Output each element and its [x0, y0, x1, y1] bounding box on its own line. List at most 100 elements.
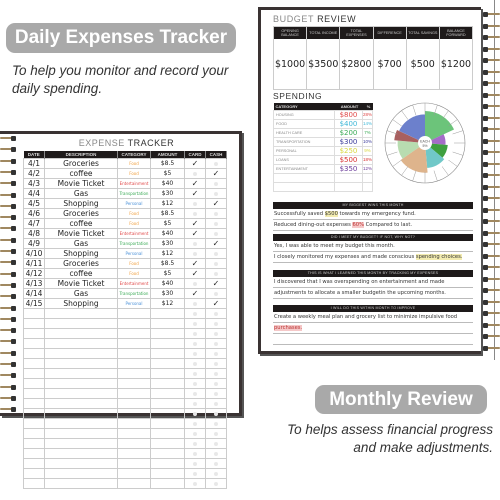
spending-percent[interactable]: 28%	[361, 109, 374, 120]
expense-amount[interactable]: $30	[150, 287, 185, 299]
expense-empty-cell[interactable]	[23, 467, 45, 479]
expense-empty-checkbox[interactable]	[184, 307, 206, 319]
spending-percent[interactable]: 7%	[361, 127, 374, 138]
expense-description[interactable]: Groceries	[44, 257, 118, 269]
expense-empty-cell[interactable]	[117, 437, 151, 449]
expense-card-checkbox[interactable]: ✓	[184, 257, 206, 269]
budget-value[interactable]: $500	[407, 39, 439, 89]
expense-empty-checkbox[interactable]	[184, 337, 206, 349]
reflection-line[interactable]: adjustments to allocate a smaller budget…	[273, 288, 473, 299]
expense-empty-checkbox[interactable]	[205, 407, 227, 419]
expense-empty-cell[interactable]	[23, 337, 45, 349]
expense-empty-cell[interactable]	[44, 407, 118, 419]
expense-empty-checkbox[interactable]	[205, 467, 227, 479]
expense-empty-checkbox[interactable]	[184, 477, 206, 489]
expense-date[interactable]: 4/9	[23, 237, 45, 249]
expense-category[interactable]: Transportation	[117, 237, 151, 249]
spending-amount[interactable]: $500	[333, 154, 363, 165]
expense-empty-checkbox[interactable]	[205, 477, 227, 489]
expense-empty-cell[interactable]	[23, 427, 45, 439]
expense-empty-checkbox[interactable]	[184, 347, 206, 359]
expense-card-checkbox[interactable]: ✓	[184, 177, 206, 189]
expense-card-checkbox[interactable]: ✓	[184, 217, 206, 229]
expense-cash-checkbox[interactable]	[205, 177, 227, 189]
expense-card-checkbox[interactable]: ✓	[184, 287, 206, 299]
expense-empty-cell[interactable]	[150, 417, 185, 429]
spending-empty-cell[interactable]	[273, 181, 335, 192]
expense-empty-checkbox[interactable]	[205, 367, 227, 379]
expense-empty-checkbox[interactable]	[184, 417, 206, 429]
expense-empty-cell[interactable]	[23, 407, 45, 419]
expense-empty-cell[interactable]	[23, 397, 45, 409]
reflection-line[interactable]: I discovered that I was overspending on …	[273, 277, 473, 288]
expense-empty-cell[interactable]	[44, 377, 118, 389]
spending-amount[interactable]: $200	[333, 127, 363, 138]
expense-amount[interactable]: $40	[150, 277, 185, 289]
spending-amount[interactable]: $800	[333, 109, 363, 120]
expense-date[interactable]: 4/6	[23, 207, 45, 219]
expense-empty-cell[interactable]	[44, 357, 118, 369]
expense-empty-cell[interactable]	[23, 347, 45, 359]
budget-value[interactable]: $1200	[440, 39, 472, 89]
expense-cash-checkbox[interactable]	[205, 227, 227, 239]
expense-description[interactable]: Shopping	[44, 297, 118, 309]
expense-empty-cell[interactable]	[117, 407, 151, 419]
spending-category[interactable]: HEALTH CARE	[273, 127, 335, 138]
expense-card-checkbox[interactable]	[184, 207, 206, 219]
expense-empty-cell[interactable]	[44, 307, 118, 319]
expense-amount[interactable]: $5	[150, 217, 185, 229]
expense-empty-cell[interactable]	[23, 477, 45, 489]
expense-description[interactable]: Gas	[44, 287, 118, 299]
expense-empty-cell[interactable]	[44, 397, 118, 409]
expense-amount[interactable]: $8.5	[150, 207, 185, 219]
expense-description[interactable]: Movie Ticket	[44, 277, 118, 289]
budget-value[interactable]: $1000	[274, 39, 306, 89]
expense-empty-cell[interactable]	[150, 397, 185, 409]
expense-category[interactable]: Transportation	[117, 287, 151, 299]
expense-empty-cell[interactable]	[44, 457, 118, 469]
expense-empty-checkbox[interactable]	[184, 317, 206, 329]
expense-cash-checkbox[interactable]: ✓	[205, 237, 227, 249]
expense-empty-cell[interactable]	[23, 437, 45, 449]
expense-description[interactable]: Movie Ticket	[44, 177, 118, 189]
expense-empty-cell[interactable]	[117, 397, 151, 409]
expense-date[interactable]: 4/14	[23, 287, 45, 299]
expense-amount[interactable]: $8.5	[150, 157, 185, 169]
spending-category[interactable]: PERSONAL	[273, 145, 335, 156]
expense-card-checkbox[interactable]	[184, 237, 206, 249]
expense-empty-cell[interactable]	[150, 347, 185, 359]
budget-value[interactable]: $700	[374, 39, 406, 89]
expense-empty-cell[interactable]	[150, 377, 185, 389]
expense-description[interactable]: coffee	[44, 167, 118, 179]
spending-amount[interactable]: $250	[333, 145, 363, 156]
expense-amount[interactable]: $12	[150, 197, 185, 209]
expense-card-checkbox[interactable]	[184, 277, 206, 289]
expense-date[interactable]: 4/8	[23, 227, 45, 239]
expense-empty-checkbox[interactable]	[205, 347, 227, 359]
expense-empty-cell[interactable]	[117, 367, 151, 379]
expense-empty-checkbox[interactable]	[184, 367, 206, 379]
expense-empty-cell[interactable]	[150, 307, 185, 319]
expense-empty-checkbox[interactable]	[205, 417, 227, 429]
expense-empty-cell[interactable]	[150, 437, 185, 449]
expense-empty-cell[interactable]	[23, 367, 45, 379]
expense-empty-cell[interactable]	[150, 447, 185, 459]
expense-card-checkbox[interactable]: ✓	[184, 267, 206, 279]
expense-date[interactable]: 4/15	[23, 297, 45, 309]
expense-empty-checkbox[interactable]	[184, 327, 206, 339]
expense-amount[interactable]: $8.5	[150, 257, 185, 269]
expense-date[interactable]: 4/1	[23, 157, 45, 169]
expense-date[interactable]: 4/12	[23, 267, 45, 279]
expense-empty-checkbox[interactable]	[184, 447, 206, 459]
expense-empty-cell[interactable]	[117, 377, 151, 389]
expense-empty-cell[interactable]	[44, 387, 118, 399]
expense-empty-cell[interactable]	[150, 367, 185, 379]
expense-empty-checkbox[interactable]	[184, 377, 206, 389]
expense-empty-cell[interactable]	[23, 307, 45, 319]
expense-card-checkbox[interactable]	[184, 247, 206, 259]
expense-empty-cell[interactable]	[117, 457, 151, 469]
expense-empty-cell[interactable]	[117, 467, 151, 479]
expense-empty-checkbox[interactable]	[205, 457, 227, 469]
expense-date[interactable]: 4/13	[23, 277, 45, 289]
expense-empty-checkbox[interactable]	[205, 427, 227, 439]
